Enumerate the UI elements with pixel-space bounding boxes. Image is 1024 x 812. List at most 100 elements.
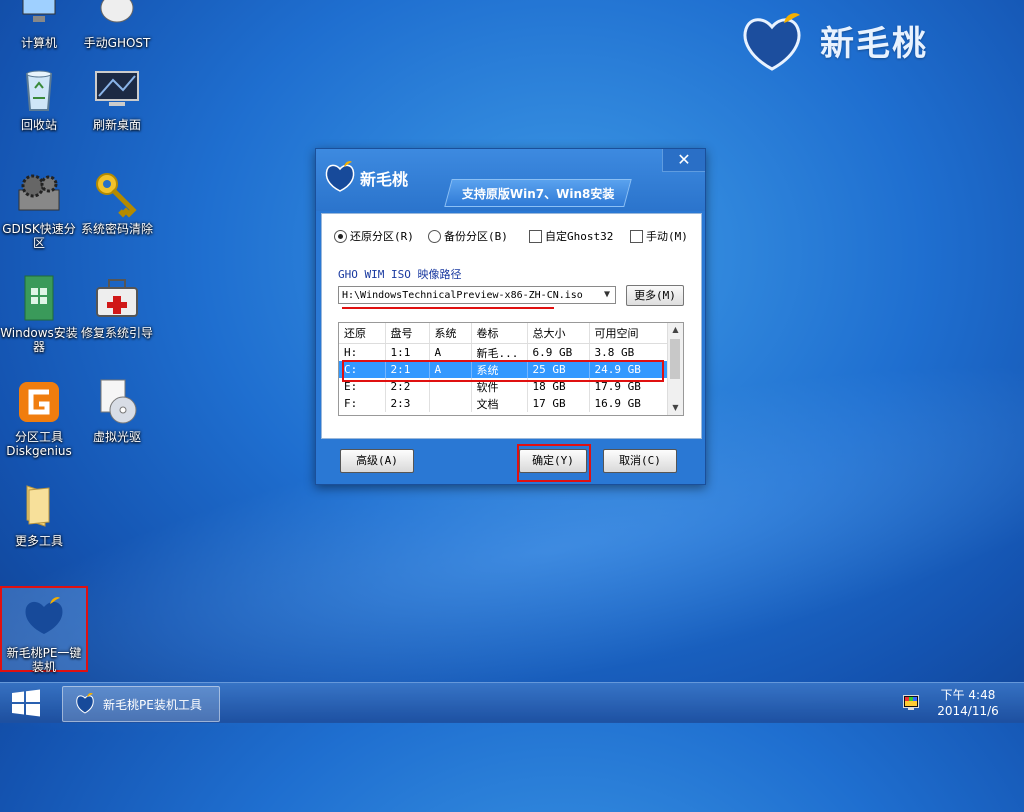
scroll-up-icon[interactable]: ▲: [668, 323, 683, 337]
column-header: 可用空间: [589, 323, 670, 344]
clock-time: 下午 4:48: [940, 688, 996, 702]
column-header: 系统: [429, 323, 472, 344]
table-cell: 新毛...: [471, 343, 528, 361]
peach-icon: [20, 594, 68, 642]
desktop-icon-label: 更多工具: [14, 534, 63, 548]
desktop-icon-label: 刷新桌面: [92, 118, 141, 132]
desktop-icon-pe-installer[interactable]: 新毛桃PE一键装机: [0, 586, 88, 674]
table-cell: 1:1: [385, 343, 430, 361]
taskbar-clock[interactable]: 下午 4:48 2014/11/6: [932, 687, 1004, 719]
computer-icon: [15, 0, 63, 32]
peach-logo-icon: [324, 159, 356, 197]
dialog-logo: 新毛桃: [324, 159, 408, 197]
radio-icon: [428, 229, 441, 243]
desktop-icon-label: 修复系统引导: [80, 326, 153, 340]
brand-text: 新毛桃: [820, 23, 928, 64]
desktop-icon-label: GDISK快速分区: [2, 222, 76, 250]
radio-label: 还原分区(R): [350, 230, 414, 243]
scroll-thumb[interactable]: [670, 339, 680, 379]
custom-ghost-checkbox[interactable]: 自定Ghost32: [529, 228, 613, 244]
table-cell: 3.8 GB: [589, 343, 670, 361]
taskbar-item-pe-installer[interactable]: 新毛桃PE装机工具: [62, 686, 220, 722]
close-button[interactable]: ✕: [662, 149, 705, 172]
dialog-banner: 支持原版Win7、Win8安装: [444, 179, 632, 207]
table-cell: F:: [339, 395, 386, 412]
taskbar: 新毛桃PE装机工具 下午 4:48 2014/11/6: [0, 682, 1024, 723]
folder-icon: [15, 482, 63, 530]
table-cell: 文档: [471, 395, 528, 412]
table-row[interactable]: H: 1:1 A 新毛... 6.9 GB 3.8 GB: [339, 343, 670, 361]
table-cell: 17 GB: [527, 395, 590, 412]
image-path-label: GHO WIM ISO 映像路径: [338, 268, 462, 281]
desktop-icon-more-tools[interactable]: 更多工具: [0, 482, 78, 548]
chevron-down-icon[interactable]: ▼: [599, 287, 615, 303]
column-header: 盘号: [385, 323, 430, 344]
more-button[interactable]: 更多(M): [626, 285, 684, 306]
checkbox-label: 自定Ghost32: [545, 230, 614, 243]
desktop-icon-label: 回收站: [20, 118, 57, 132]
desktop-icon-boot-repair[interactable]: 修复系统引导: [78, 274, 156, 340]
table-cell: 6.9 GB: [527, 343, 590, 361]
table-header-row: 还原 盘号 系统 卷标 总大小 可用空间: [339, 323, 670, 344]
peach-logo-icon: [740, 9, 804, 71]
windows-installer-icon: [15, 274, 63, 322]
image-path-select[interactable]: H:\WindowsTechnicalPreview-x86-ZH-CN.iso…: [338, 286, 616, 304]
table-row[interactable]: F: 2:3 文档 17 GB 16.9 GB: [339, 395, 670, 412]
table-cell: H:: [339, 343, 386, 361]
restore-partition-radio[interactable]: 还原分区(R): [334, 228, 414, 244]
manual-checkbox[interactable]: 手动(M): [630, 228, 688, 244]
windows-logo-icon: [12, 689, 40, 717]
desktop-icon-label: 手动GHOST: [83, 36, 151, 50]
table-cell: 16.9 GB: [589, 395, 670, 412]
desktop-icon-password-clear[interactable]: 系统密码清除: [78, 170, 156, 236]
desktop-icon-computer[interactable]: 计算机: [0, 0, 78, 50]
table-scrollbar[interactable]: ▲ ▼: [667, 323, 683, 415]
dialog-body: 还原分区(R) 备份分区(B) 自定Ghost32 手动(M) GHO WIM …: [321, 213, 702, 439]
scroll-down-icon[interactable]: ▼: [668, 401, 683, 415]
column-header: 还原: [339, 323, 386, 344]
path-annotation-underline: [342, 307, 554, 309]
desktop-icon-label: 系统密码清除: [80, 222, 153, 236]
taskbar-item-label: 新毛桃PE装机工具: [103, 697, 202, 712]
monitor-icon: [93, 66, 141, 114]
desktop-icon-manual-ghost[interactable]: 手动GHOST: [78, 0, 156, 50]
desktop-icon-label: Windows安装器: [0, 326, 78, 354]
banner-text: 支持原版Win7、Win8安装: [461, 186, 615, 201]
diskgenius-icon: [15, 378, 63, 426]
desktop-icon-recycle-bin[interactable]: 回收站: [0, 66, 78, 132]
dialog-brand-name: 新毛桃: [360, 170, 409, 189]
desktop-icon-label: 虚拟光驱: [92, 430, 141, 444]
desktop-icon-diskgenius[interactable]: 分区工具Diskgenius: [0, 378, 78, 458]
desktop-icon-label: 新毛桃PE一键装机: [6, 646, 82, 674]
checkbox-label: 手动(M): [646, 230, 688, 243]
ghost-icon: [93, 0, 141, 32]
column-header: 卷标: [471, 323, 528, 344]
desktop-icon-gdisk[interactable]: GDISK快速分区: [0, 170, 78, 250]
image-path-value: H:\WindowsTechnicalPreview-x86-ZH-CN.iso: [342, 290, 583, 301]
desktop-icon-label: 分区工具Diskgenius: [6, 430, 72, 458]
confirm-annotation: [517, 444, 591, 482]
display-settings-icon[interactable]: [903, 695, 919, 711]
key-icon: [93, 170, 141, 218]
first-aid-kit-icon: [93, 274, 141, 322]
radio-label: 备份分区(B): [444, 230, 508, 243]
checkbox-icon: [630, 229, 643, 243]
selected-row-annotation: [342, 360, 664, 382]
desktop-icon-virtual-drive[interactable]: 虚拟光驱: [78, 378, 156, 444]
radio-selected-icon: [334, 229, 347, 243]
column-header: 总大小: [527, 323, 590, 344]
close-icon: ✕: [677, 150, 691, 169]
mode-options: 还原分区(R) 备份分区(B) 自定Ghost32 手动(M): [334, 228, 694, 246]
dialog-header: 新毛桃 支持原版Win7、Win8安装 ✕: [316, 149, 705, 211]
desktop-icon-label: 计算机: [20, 36, 57, 50]
advanced-button[interactable]: 高级(A): [340, 449, 414, 473]
backup-partition-radio[interactable]: 备份分区(B): [428, 228, 508, 244]
cancel-button[interactable]: 取消(C): [603, 449, 677, 473]
wallpaper-brand-logo: 新毛桃: [740, 0, 970, 80]
desktop-icon-refresh-desktop[interactable]: 刷新桌面: [78, 66, 156, 132]
clock-date: 2014/11/6: [937, 704, 999, 718]
desktop-icon-windows-installer[interactable]: Windows安装器: [0, 274, 78, 354]
start-button[interactable]: [10, 689, 42, 717]
table-cell: [429, 395, 472, 412]
table-cell: 2:3: [385, 395, 430, 412]
